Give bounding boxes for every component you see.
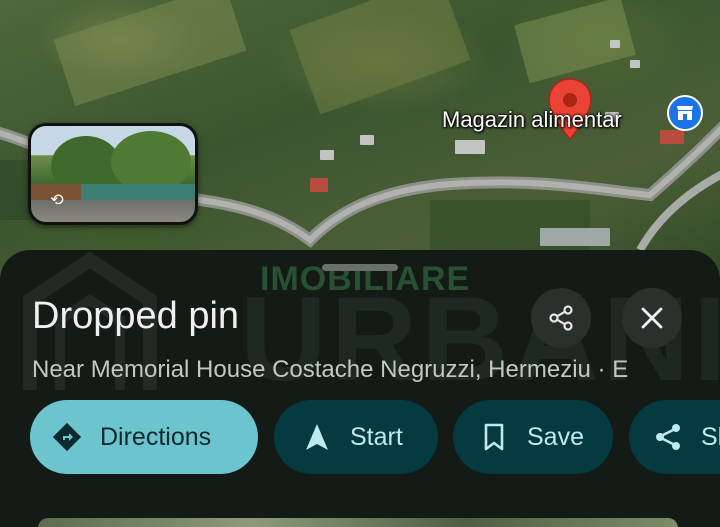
start-label: Start: [350, 422, 403, 451]
close-button[interactable]: [622, 288, 682, 348]
share-icon: [549, 305, 573, 331]
close-icon: [641, 307, 663, 329]
directions-icon: [52, 422, 82, 452]
share-icon: [656, 424, 680, 450]
panorama-360-icon: ⟲: [50, 192, 64, 209]
house: [310, 178, 328, 192]
photo-preview-strip[interactable]: [38, 518, 678, 527]
house: [610, 40, 620, 48]
house: [540, 228, 610, 246]
bookmark-icon: [484, 423, 504, 451]
house: [455, 140, 485, 154]
store-icon[interactable]: [667, 95, 703, 131]
place-bottom-sheet[interactable]: IMOBILIARE URBANIA Dropped pin Near Memo…: [0, 250, 720, 527]
start-button[interactable]: Start: [274, 400, 438, 474]
save-button[interactable]: Save: [453, 400, 613, 474]
place-label[interactable]: Magazin alimentar: [442, 107, 622, 133]
navigation-arrow-icon: [306, 424, 328, 450]
place-address: Near Memorial House Costache Negruzzi, H…: [32, 356, 629, 383]
share-chip-button[interactable]: Sh: [629, 400, 720, 474]
drag-handle[interactable]: [322, 264, 398, 271]
directions-label: Directions: [100, 422, 212, 451]
place-title: Dropped pin: [32, 295, 240, 337]
house: [660, 130, 684, 144]
share-label: Sh: [701, 422, 720, 451]
save-label: Save: [527, 422, 584, 451]
share-button[interactable]: [531, 288, 591, 348]
action-chips: Directions Start Save Sh: [30, 400, 720, 476]
house: [320, 150, 334, 160]
directions-button[interactable]: Directions: [30, 400, 258, 474]
street-view-thumbnail[interactable]: ⟲: [28, 123, 198, 225]
house: [630, 60, 640, 68]
house: [360, 135, 374, 145]
